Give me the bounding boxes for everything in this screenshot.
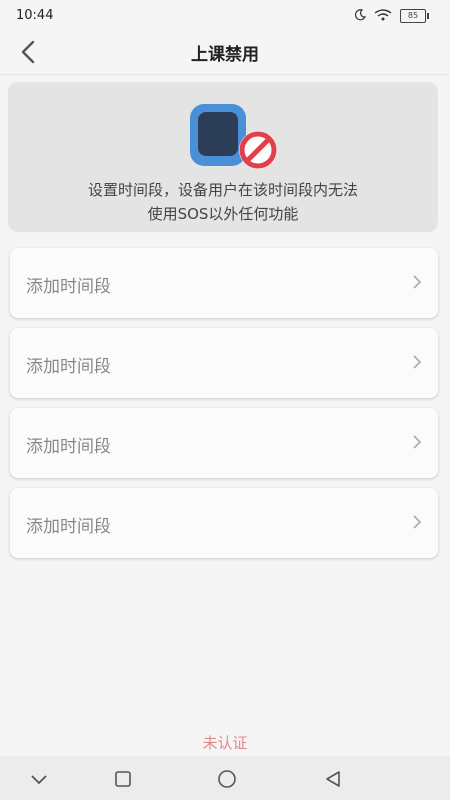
slot-label: 添加时间段 xyxy=(26,357,111,377)
back-nav-button[interactable] xyxy=(318,764,348,794)
triangle-back-icon xyxy=(326,771,340,787)
add-time-slot-1[interactable]: 添加时间段 xyxy=(10,248,438,318)
battery-indicator: 85 xyxy=(400,8,429,23)
add-time-slot-2[interactable]: 添加时间段 xyxy=(10,328,438,398)
slot-label: 添加时间段 xyxy=(26,437,111,457)
status-time: 10:44 xyxy=(16,8,54,23)
add-time-slot-4[interactable]: 添加时间段 xyxy=(10,488,438,558)
circle-home-icon xyxy=(218,770,236,788)
nav-bar: 上课禁用 xyxy=(0,30,450,75)
slot-label: 添加时间段 xyxy=(26,277,111,297)
add-time-slot-3[interactable]: 添加时间段 xyxy=(10,408,438,478)
info-description: 设置时间段，设备用户在该时间段内无法 使用SOS以外任何功能 xyxy=(8,178,438,226)
moon-icon xyxy=(354,6,367,25)
chevron-down-icon xyxy=(31,775,47,785)
info-line-2: 使用SOS以外任何功能 xyxy=(147,205,299,223)
page-title: 上课禁用 xyxy=(191,45,259,65)
recents-button[interactable] xyxy=(108,764,138,794)
certification-status: 未认证 xyxy=(202,734,248,752)
slot-label: 添加时间段 xyxy=(26,517,111,537)
chevron-right-icon xyxy=(412,354,422,374)
status-icons: 85 xyxy=(354,6,429,25)
watch-forbidden-icon xyxy=(190,100,282,170)
chevron-right-icon xyxy=(412,434,422,454)
chevron-right-icon xyxy=(412,514,422,534)
chevron-right-icon xyxy=(412,274,422,294)
info-line-1: 设置时间段，设备用户在该时间段内无法 xyxy=(87,181,358,199)
collapse-button[interactable] xyxy=(24,764,54,794)
home-button[interactable] xyxy=(212,764,242,794)
status-bar: 10:44 85 xyxy=(0,0,450,30)
wifi-icon xyxy=(374,6,392,25)
square-recents-icon xyxy=(115,771,131,787)
system-nav-bar xyxy=(0,756,450,800)
info-card: 设置时间段，设备用户在该时间段内无法 使用SOS以外任何功能 xyxy=(8,82,438,232)
